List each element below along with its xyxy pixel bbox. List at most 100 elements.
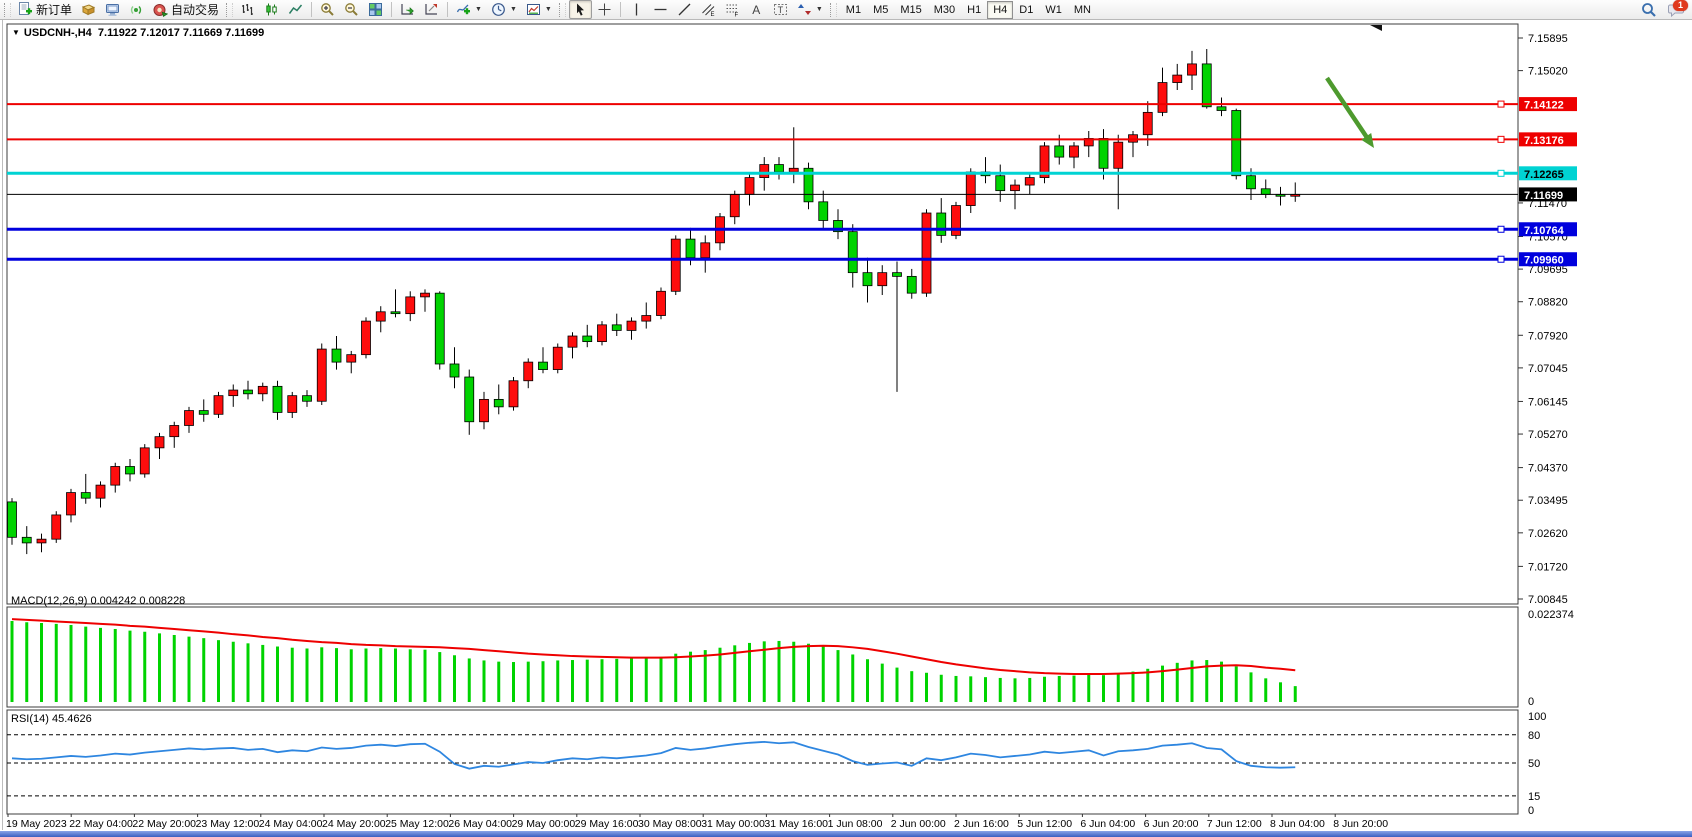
timeframe-button-m5[interactable]: M5 [867, 1, 894, 19]
time-tick-label: 8 Jun 04:00 [1270, 818, 1325, 830]
candle-body [155, 437, 164, 448]
timeframe-button-h4[interactable]: H4 [987, 1, 1013, 19]
candle-body [627, 321, 636, 330]
auto-scroll-icon [400, 2, 415, 17]
toolbar-grip[interactable] [226, 3, 233, 17]
candle-body [686, 239, 695, 258]
auto-scroll-button[interactable] [396, 0, 419, 19]
horizontal-line-handle[interactable] [1498, 256, 1504, 262]
timeframe-button-m1[interactable]: M1 [840, 1, 867, 19]
candle-body [8, 502, 17, 537]
arrows-tool-button[interactable]: ▼ [793, 0, 827, 19]
price-tag-text: 7.13176 [1524, 135, 1564, 147]
timeframe-button-h1[interactable]: H1 [961, 1, 987, 19]
candle-body [273, 386, 282, 412]
equidistant-channel-tool-button[interactable]: E [697, 0, 720, 19]
candle-body [81, 493, 90, 499]
auto-trading-button[interactable]: 自动交易 [149, 0, 223, 19]
toolbar-grip[interactable] [559, 3, 566, 17]
fibonacci-tool-button[interactable]: F [721, 0, 744, 19]
indicators-dropdown-caret[interactable]: ▼ [475, 6, 482, 13]
bar-chart-button[interactable] [236, 0, 259, 19]
candle-body [406, 297, 415, 314]
periods-dropdown-caret[interactable]: ▼ [510, 6, 517, 13]
time-tick-label: 24 May 20:00 [322, 818, 386, 830]
candle-body [922, 213, 931, 293]
main-pane[interactable] [7, 24, 1518, 604]
ohlc-values: 7.11922 7.12017 7.11669 7.11699 [98, 27, 264, 39]
candle-body [391, 312, 400, 314]
time-tick-label: 29 May 00:00 [512, 818, 576, 830]
candlestick-chart-button[interactable] [260, 0, 283, 19]
chart-shift-button[interactable] [420, 0, 443, 19]
candle-body [878, 273, 887, 286]
candle-body [775, 165, 784, 172]
zoom-out-button[interactable] [340, 0, 363, 19]
rsi-pane[interactable] [7, 710, 1518, 814]
zoom-in-icon [320, 2, 335, 17]
arrows-dropdown-caret[interactable]: ▼ [816, 6, 823, 13]
horizontal-line-handle[interactable] [1498, 136, 1504, 142]
price-tick-label: 7.07920 [1528, 330, 1568, 342]
timeframe-button-d1[interactable]: D1 [1013, 1, 1039, 19]
notifications-button[interactable]: 1 [1662, 0, 1690, 19]
candle-body [1158, 83, 1167, 113]
candle-body [494, 399, 503, 406]
text-tool-button[interactable]: A [745, 0, 768, 19]
candle-body [1202, 64, 1211, 107]
tile-windows-button[interactable] [364, 0, 387, 19]
timeframe-button-m30[interactable]: M30 [928, 1, 961, 19]
timeframe-button-w1[interactable]: W1 [1039, 1, 1068, 19]
terminal-button[interactable] [101, 0, 124, 19]
toolbar-grip[interactable] [830, 3, 837, 17]
candle-body [509, 381, 518, 407]
cursor-tool-button[interactable] [569, 0, 592, 19]
periods-button[interactable]: ▼ [487, 0, 521, 19]
horizontal-line-handle[interactable] [1498, 170, 1504, 176]
candle-body [760, 165, 769, 178]
templates-button[interactable]: ▼ [522, 0, 556, 19]
new-order-label: 新订单 [36, 1, 72, 18]
chart-collapse-icon[interactable]: ▼ [12, 28, 20, 37]
crosshair-tool-button[interactable] [593, 0, 616, 19]
macd-axis-zero: 0 [1528, 696, 1534, 708]
new-order-button[interactable]: 新订单 [14, 0, 76, 19]
timeframe-button-mn[interactable]: MN [1068, 1, 1097, 19]
price-tick-label: 7.05270 [1528, 429, 1568, 441]
vertical-line-icon [629, 2, 644, 17]
text-label-tool-button[interactable]: T [769, 0, 792, 19]
candle-body [966, 172, 975, 206]
zoom-in-button[interactable] [316, 0, 339, 19]
candle-body [819, 202, 828, 221]
time-tick-label: 2 Jun 16:00 [954, 818, 1009, 830]
signals-button[interactable] [125, 0, 148, 19]
vertical-line-tool-button[interactable] [625, 0, 648, 19]
search-button[interactable] [1637, 0, 1661, 19]
horizontal-line-handle[interactable] [1498, 101, 1504, 107]
horizontal-line-handle[interactable] [1498, 226, 1504, 232]
macd-indicator-label: MACD(12,26,9) 0.004242 0.008228 [11, 595, 185, 607]
time-axis[interactable]: 19 May 202322 May 04:0022 May 20:0023 Ma… [6, 814, 1388, 830]
auto-trading-icon [153, 2, 168, 17]
candle-body [1173, 75, 1182, 82]
trendline-icon [677, 2, 692, 17]
time-tick-label: 8 Jun 20:00 [1333, 818, 1388, 830]
toolbar-grip[interactable] [4, 3, 11, 17]
price-axis[interactable]: 7.158957.150207.114707.105707.096957.088… [1518, 33, 1577, 606]
trendline-tool-button[interactable] [673, 0, 696, 19]
time-tick-label: 26 May 04:00 [448, 818, 512, 830]
signals-icon [129, 2, 144, 17]
timeframe-group: M1M5M15M30H1H4D1W1MN [840, 1, 1097, 19]
line-chart-button[interactable] [284, 0, 307, 19]
candle-body [288, 396, 297, 413]
chart-canvas[interactable]: 7.158957.150207.114707.105707.096957.088… [0, 0, 1692, 837]
current-price-tag-text: 7.11699 [1524, 190, 1563, 202]
horizontal-line-tool-button[interactable] [649, 0, 672, 19]
market-watch-button[interactable] [77, 0, 100, 19]
candle-body [642, 316, 651, 322]
time-tick-label: 7 Jun 12:00 [1207, 818, 1262, 830]
indicators-button[interactable]: ▼ [452, 0, 486, 19]
templates-dropdown-caret[interactable]: ▼ [545, 6, 552, 13]
candle-body [435, 293, 444, 364]
timeframe-button-m15[interactable]: M15 [894, 1, 927, 19]
